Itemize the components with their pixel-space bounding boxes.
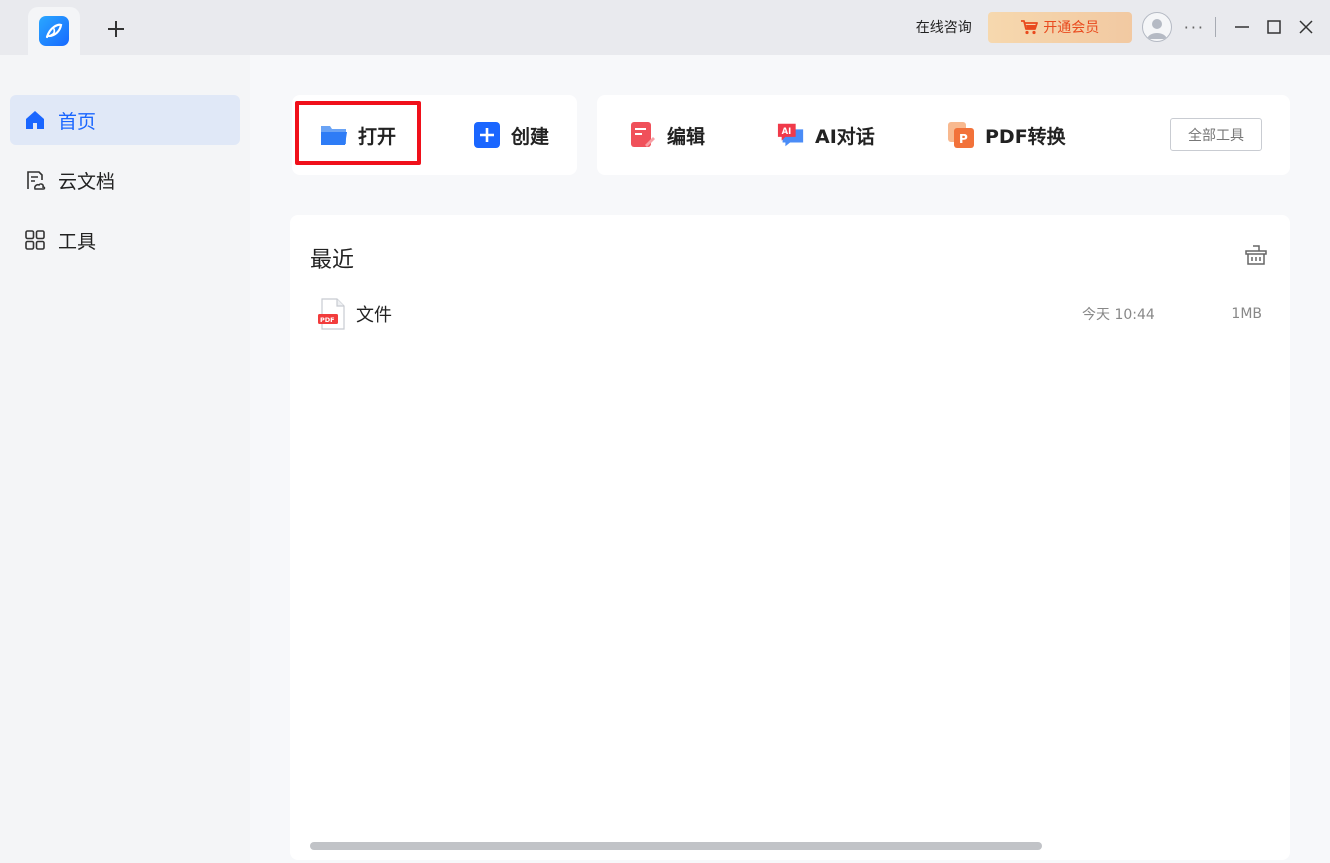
new-tab-button[interactable]	[104, 17, 128, 41]
recent-title: 最近	[310, 248, 355, 273]
svg-text:PDF: PDF	[320, 316, 335, 324]
open-button-highlight	[295, 101, 421, 165]
more-menu-button[interactable]: ···	[1184, 18, 1205, 37]
grid-icon	[24, 229, 46, 251]
cart-icon	[1021, 20, 1039, 35]
sidebar-item-cloud-docs[interactable]: 云文档	[10, 155, 240, 205]
file-name: 文件	[356, 305, 392, 326]
titlebar-separator	[1215, 17, 1216, 37]
svg-text:AI: AI	[782, 126, 792, 136]
list-item[interactable]: PDF 文件 今天 10:44 1MB	[318, 297, 1262, 331]
home-icon	[24, 109, 46, 131]
file-size: 1MB	[1231, 306, 1262, 322]
title-bar: 在线咨询 开通会员 ···	[0, 0, 1330, 55]
minimize-icon	[1235, 26, 1249, 28]
sidebar-item-label: 首页	[58, 110, 97, 133]
app-home-tab[interactable]	[28, 7, 80, 55]
file-actions-card: 打开 创建	[292, 95, 577, 175]
edit-button[interactable]: 编辑	[629, 95, 705, 175]
maximize-icon	[1267, 20, 1281, 34]
pdf-convert-button[interactable]: P PDF转换	[947, 95, 1066, 175]
all-tools-button[interactable]: 全部工具	[1170, 118, 1262, 151]
vip-label: 开通会员	[1043, 20, 1100, 36]
sidebar-item-label: 工具	[58, 230, 97, 253]
horizontal-scrollbar[interactable]	[310, 842, 1042, 850]
app-logo-icon	[39, 16, 69, 46]
sidebar-item-home[interactable]: 首页	[10, 95, 240, 145]
tools-card: 编辑 AI AI对话 P PDF转换 全部工具	[597, 95, 1290, 175]
ai-chat-icon: AI	[777, 121, 805, 149]
recent-panel: 最近 PDF 文件 今天 10:44 1MB	[290, 215, 1290, 860]
edit-label: 编辑	[667, 125, 706, 148]
close-icon	[1299, 20, 1313, 34]
create-button[interactable]: 创建	[473, 95, 549, 175]
pdf-file-icon: PDF	[318, 298, 346, 330]
user-avatar-icon[interactable]	[1141, 12, 1172, 42]
cloud-doc-icon	[24, 169, 46, 191]
file-time: 今天 10:44	[1082, 307, 1155, 323]
pdf-convert-label: PDF转换	[985, 125, 1066, 148]
create-label: 创建	[511, 125, 550, 148]
maximize-button[interactable]	[1258, 11, 1290, 43]
pdf-convert-icon: P	[947, 121, 975, 149]
sidebar-item-label: 云文档	[58, 170, 116, 193]
ai-chat-label: AI对话	[815, 125, 875, 148]
sidebar-item-tools[interactable]: 工具	[10, 215, 240, 265]
minimize-button[interactable]	[1226, 11, 1258, 43]
ai-chat-button[interactable]: AI AI对话	[777, 95, 875, 175]
clear-history-icon[interactable]	[1244, 243, 1268, 267]
main-content: 打开 创建 编辑 AI AI对话 P PDF转换 全部工具 最近 PDF 文件 …	[250, 55, 1330, 863]
vip-button[interactable]: 开通会员	[987, 11, 1132, 43]
plus-square-icon	[473, 121, 501, 149]
online-consult-link[interactable]: 在线咨询	[916, 17, 972, 37]
svg-text:P: P	[959, 132, 968, 146]
sidebar: 首页 云文档 工具	[0, 55, 250, 863]
close-button[interactable]	[1290, 11, 1322, 43]
plus-icon	[108, 21, 124, 37]
edit-doc-icon	[629, 121, 657, 149]
